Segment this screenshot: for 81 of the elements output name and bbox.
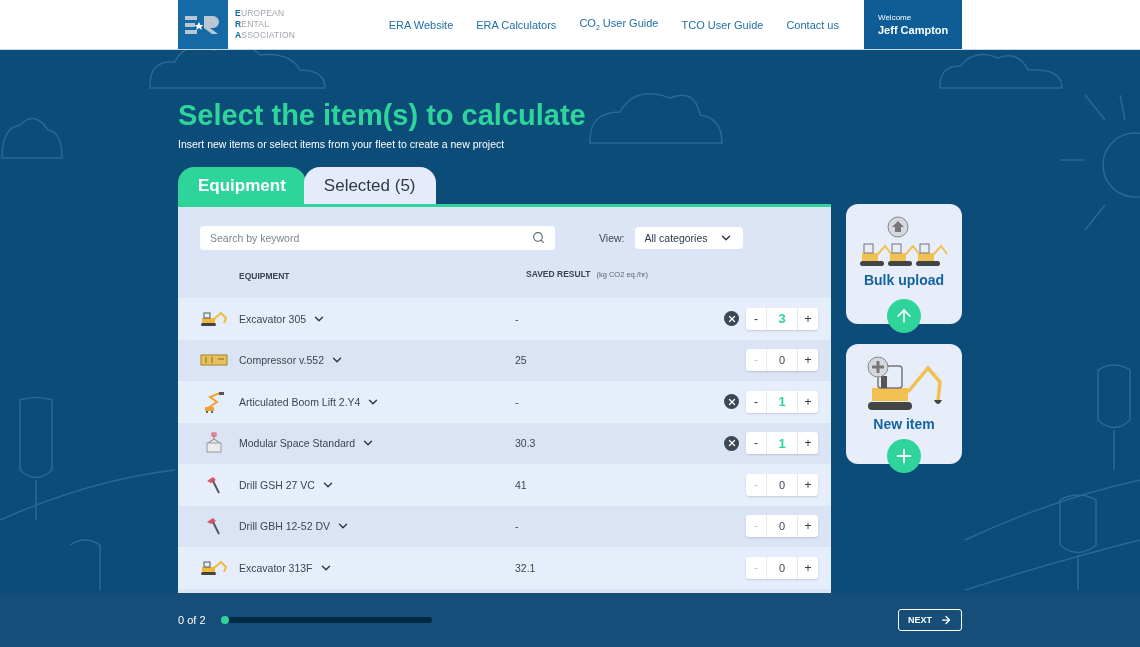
action-card[interactable]: New item xyxy=(846,344,962,464)
view-label: View: xyxy=(599,232,625,244)
excavators-upload-icon xyxy=(859,216,949,268)
quantity-stepper[interactable]: - 1 + xyxy=(746,432,818,455)
excavator-add-icon xyxy=(864,356,944,412)
quantity-value: 3 xyxy=(766,307,798,330)
increase-button[interactable]: + xyxy=(798,390,818,413)
category-dropdown[interactable]: All categories xyxy=(634,227,743,249)
decrease-button[interactable]: - xyxy=(746,390,766,413)
saved-result: 30.3 xyxy=(515,437,536,450)
quantity-value: 0 xyxy=(766,556,798,579)
equipment-name: Compressor v.552 xyxy=(239,354,324,367)
nav-link[interactable]: CO$_{2}$ User Guide xyxy=(579,17,659,32)
drill-icon xyxy=(205,516,223,537)
equipment-name: Excavator 313F xyxy=(239,561,313,574)
action-card[interactable]: Bulk upload xyxy=(846,204,962,324)
quantity-stepper[interactable]: - 1 + xyxy=(746,390,818,413)
quantity-stepper[interactable]: - 0 + xyxy=(746,515,818,538)
decrease-button[interactable]: - xyxy=(746,432,766,455)
excavator-icon xyxy=(200,310,228,327)
logo-icon[interactable] xyxy=(178,0,228,49)
equipment-name: Excavator 305 xyxy=(239,312,307,325)
nav-link[interactable]: ERA Calculators xyxy=(476,18,557,31)
increase-button[interactable]: + xyxy=(798,515,818,538)
next-button[interactable]: NEXT xyxy=(898,609,962,631)
saved-result: 25 xyxy=(515,354,527,367)
decrease-button[interactable]: - xyxy=(746,307,766,330)
saved-result: - xyxy=(515,395,519,408)
increase-button[interactable]: + xyxy=(798,432,818,455)
excavator-icon xyxy=(200,559,228,576)
compressor-icon xyxy=(200,353,228,368)
saved-result: - xyxy=(515,520,519,533)
quantity-value: 0 xyxy=(766,515,798,538)
saved-result: - xyxy=(515,312,519,325)
remove-button[interactable] xyxy=(724,394,739,410)
nav-link[interactable]: Contact us xyxy=(786,18,839,31)
search-icon xyxy=(532,231,545,244)
quantity-stepper[interactable]: - 0 + xyxy=(746,556,818,579)
boom-lift-icon xyxy=(203,390,225,413)
page-subtitle: Insert new items or select items from your fleet to create a new project xyxy=(178,138,506,150)
quantity-value: 0 xyxy=(766,473,798,496)
tab[interactable]: Selected (5) xyxy=(303,167,436,204)
nav-link[interactable]: ERA Website xyxy=(388,18,454,31)
remove-button[interactable] xyxy=(724,311,739,327)
arrow-right-icon xyxy=(940,614,952,626)
quantity-stepper[interactable]: - 0 + xyxy=(746,349,818,372)
quantity-value: 1 xyxy=(766,390,798,413)
increase-button[interactable]: + xyxy=(798,473,818,496)
welcome-text: Welcome xyxy=(878,13,913,22)
equipment-name: Articulated Boom Lift 2.Y4 xyxy=(239,395,361,408)
logo-text: RENTAL xyxy=(235,19,271,30)
logo-text: EUROPEAN xyxy=(235,8,286,19)
quantity-value: 1 xyxy=(766,432,798,455)
increase-button[interactable]: + xyxy=(798,349,818,372)
remove-button[interactable] xyxy=(724,435,739,451)
quantity-stepper[interactable]: - 0 + xyxy=(746,473,818,496)
quantity-value: 0 xyxy=(766,349,798,372)
drill-icon xyxy=(205,474,223,495)
saved-result: 32.1 xyxy=(515,561,536,574)
equipment-name: Modular Space Standard xyxy=(239,437,356,450)
add-icon xyxy=(887,439,921,473)
equipment-name: Drill GBH 12-52 DV xyxy=(239,520,331,533)
container-icon xyxy=(205,432,223,455)
quantity-stepper[interactable]: - 3 + xyxy=(746,307,818,330)
equipment-name: Drill GSH 27 VC xyxy=(239,478,315,491)
step-counter: 0 of 2 xyxy=(178,614,206,626)
upload-icon xyxy=(887,299,921,333)
increase-button[interactable]: + xyxy=(798,556,818,579)
column-header: SAVED RESULT xyxy=(526,269,591,279)
saved-result: 41 xyxy=(515,478,527,491)
page-title: Select the item(s) to calculate xyxy=(178,98,587,132)
nav-link[interactable]: TCO User Guide xyxy=(681,18,764,31)
close-icon xyxy=(726,313,737,324)
increase-button[interactable]: + xyxy=(798,307,818,330)
close-icon xyxy=(726,396,737,407)
user-name: Jeff Campton xyxy=(878,24,950,36)
user-panel[interactable]: Welcome Jeff Campton xyxy=(864,0,962,49)
search-field[interactable]: Search by keyword xyxy=(200,226,555,250)
logo-text: ASSOCIATION xyxy=(235,30,296,41)
column-header: EQUIPMENT xyxy=(239,271,290,281)
close-icon xyxy=(726,438,737,449)
